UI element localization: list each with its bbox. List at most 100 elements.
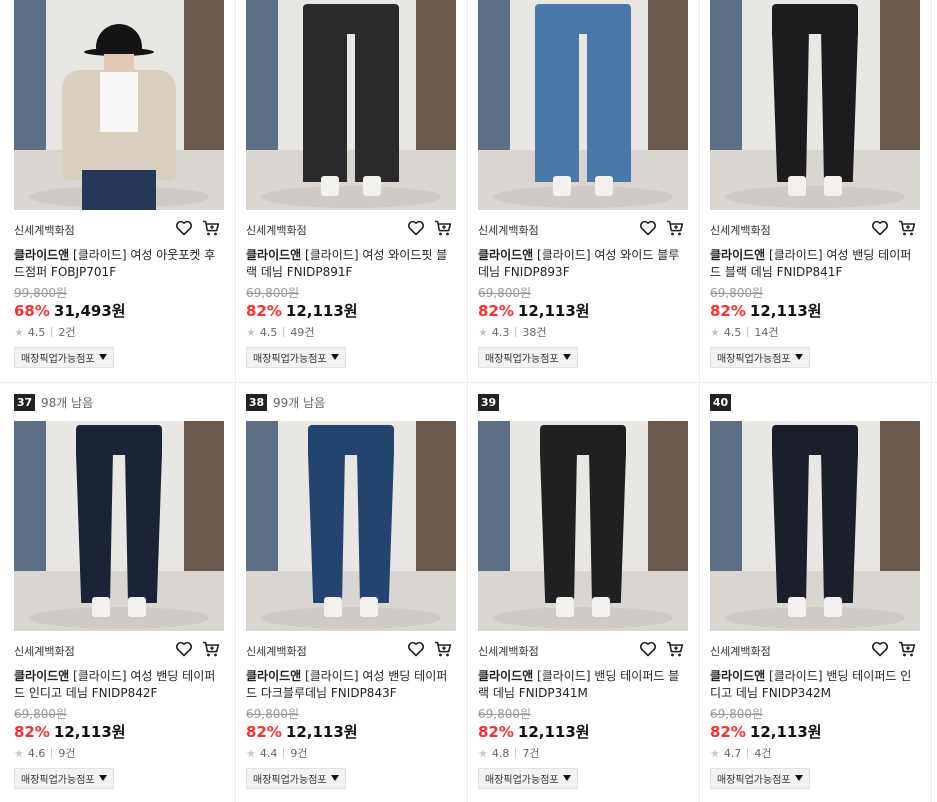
heart-icon[interactable] <box>870 218 890 238</box>
heart-icon[interactable] <box>406 639 426 659</box>
store-pickup-dropdown[interactable]: 매장픽업가능점포 <box>246 768 346 789</box>
star-icon: ★ <box>246 325 256 339</box>
sale-price: 12,113원 <box>517 723 590 741</box>
brand-name: 클라이드앤 <box>246 248 302 262</box>
review-count: 49건 <box>290 326 315 339</box>
cart-icon[interactable] <box>201 218 221 238</box>
rating-row: ★ 4.7 4건 <box>710 745 772 761</box>
brand-name: 클라이드앤 <box>478 669 534 683</box>
product-name[interactable]: 클라이드앤 [클라이드] 여성 밴딩 테이퍼드 다크블루데님 FNIDP843F <box>246 668 456 702</box>
brand-name: 클라이드앤 <box>14 248 70 262</box>
sale-price: 12,113원 <box>53 723 126 741</box>
store-pickup-dropdown[interactable]: 매장픽업가능점포 <box>478 768 578 789</box>
store-name: 신세계백화점 <box>478 645 539 658</box>
divider <box>51 327 53 337</box>
column-divider <box>931 0 932 802</box>
sale-price-row: 82% 12,113원 <box>246 721 358 742</box>
rating-value: 4.3 <box>491 325 510 339</box>
sale-price-row: 82% 12,113원 <box>710 300 822 321</box>
discount-rate: 82% <box>710 723 746 741</box>
cart-icon[interactable] <box>433 639 453 659</box>
review-count: 2건 <box>58 326 76 339</box>
store-pickup-dropdown[interactable]: 매장픽업가능점포 <box>710 347 810 368</box>
product-image[interactable] <box>246 421 456 631</box>
mannequin-stand <box>493 607 673 629</box>
product-image[interactable] <box>246 0 456 210</box>
review-count: 14건 <box>754 326 779 339</box>
product-name[interactable]: 클라이드앤 [클라이드] 여성 와이드핏 블랙 데님 FNIDP891F <box>246 247 456 281</box>
cart-icon[interactable] <box>665 218 685 238</box>
product-name[interactable]: 클라이드앤 [클라이드] 여성 밴딩 테이퍼드 블랙 데님 FNIDP841F <box>710 247 920 281</box>
discount-rate: 82% <box>14 723 50 741</box>
original-price: 99,800원 <box>14 286 68 300</box>
star-icon: ★ <box>710 325 720 339</box>
store-name: 신세계백화점 <box>246 224 307 237</box>
cart-icon[interactable] <box>897 639 917 659</box>
heart-icon[interactable] <box>638 639 658 659</box>
store-pickup-dropdown[interactable]: 매장픽업가능점포 <box>710 768 810 789</box>
store-name: 신세계백화점 <box>14 645 75 658</box>
product-image[interactable] <box>710 0 920 210</box>
rank-badge: 40 <box>710 393 731 411</box>
original-price: 69,800원 <box>14 707 68 721</box>
store-name: 신세계백화점 <box>710 645 771 658</box>
rating-value: 4.5 <box>259 325 278 339</box>
mannequin-stand <box>29 607 209 629</box>
discount-rate: 82% <box>478 302 514 320</box>
product-name[interactable]: 클라이드앤 [클라이드] 여성 와이드 블루 데님 FNIDP893F <box>478 247 688 281</box>
sale-price-row: 82% 12,113원 <box>246 300 358 321</box>
original-price: 69,800원 <box>478 286 532 300</box>
pickup-label: 매장픽업가능점포 <box>717 775 791 786</box>
store-pickup-dropdown[interactable]: 매장픽업가능점포 <box>246 347 346 368</box>
rating-row: ★ 4.5 49건 <box>246 324 315 340</box>
original-price: 69,800원 <box>246 286 300 300</box>
sale-price: 12,113원 <box>517 302 590 320</box>
rating-value: 4.5 <box>27 325 46 339</box>
brand-name: 클라이드앤 <box>710 248 766 262</box>
heart-icon[interactable] <box>870 639 890 659</box>
heart-icon[interactable] <box>406 218 426 238</box>
cart-icon[interactable] <box>665 639 685 659</box>
rating-value: 4.8 <box>491 746 510 760</box>
cart-icon[interactable] <box>433 218 453 238</box>
stock-remaining: 99개 남음 <box>273 395 326 410</box>
product-name[interactable]: 클라이드앤 [클라이드] 밴딩 테이퍼드 블랙 데님 FNIDP341M <box>478 668 688 702</box>
discount-rate: 82% <box>478 723 514 741</box>
heart-icon[interactable] <box>638 218 658 238</box>
mannequin-stand <box>493 186 673 208</box>
brand-name: 클라이드앤 <box>246 669 302 683</box>
rank-row: 39 <box>478 393 505 411</box>
brand-name: 클라이드앤 <box>478 248 534 262</box>
product-image[interactable] <box>14 0 224 210</box>
caret-down-icon <box>562 352 571 363</box>
rank-badge: 37 <box>14 393 35 411</box>
product-name[interactable]: 클라이드앤 [클라이드] 여성 아웃포켓 후드점퍼 FOBJP701F <box>14 247 224 281</box>
rank-badge: 38 <box>246 393 267 411</box>
cart-icon[interactable] <box>201 639 221 659</box>
store-pickup-dropdown[interactable]: 매장픽업가능점포 <box>478 347 578 368</box>
store-pickup-dropdown[interactable]: 매장픽업가능점포 <box>14 768 114 789</box>
caret-down-icon <box>330 352 339 363</box>
sale-price: 31,493원 <box>53 302 126 320</box>
rating-row: ★ 4.5 14건 <box>710 324 779 340</box>
divider <box>283 748 285 758</box>
store-pickup-dropdown[interactable]: 매장픽업가능점포 <box>14 347 114 368</box>
discount-rate: 68% <box>14 302 50 320</box>
heart-icon[interactable] <box>174 639 194 659</box>
product-name[interactable]: 클라이드앤 [클라이드] 여성 밴딩 테이퍼드 인디고 데님 FNIDP842F <box>14 668 224 702</box>
mannequin-stand <box>725 186 905 208</box>
sale-price-row: 82% 12,113원 <box>710 721 822 742</box>
sale-price-row: 82% 12,113원 <box>14 721 126 742</box>
divider <box>747 748 749 758</box>
product-image[interactable] <box>710 421 920 631</box>
product-image[interactable] <box>478 0 688 210</box>
original-price: 69,800원 <box>478 707 532 721</box>
pickup-label: 매장픽업가능점포 <box>21 354 95 365</box>
product-name[interactable]: 클라이드앤 [클라이드] 밴딩 테이퍼드 인디고 데님 FNIDP342M <box>710 668 920 702</box>
heart-icon[interactable] <box>174 218 194 238</box>
rank-badge: 39 <box>478 393 499 411</box>
cart-icon[interactable] <box>897 218 917 238</box>
review-count: 7건 <box>522 747 540 760</box>
product-image[interactable] <box>478 421 688 631</box>
product-image[interactable] <box>14 421 224 631</box>
